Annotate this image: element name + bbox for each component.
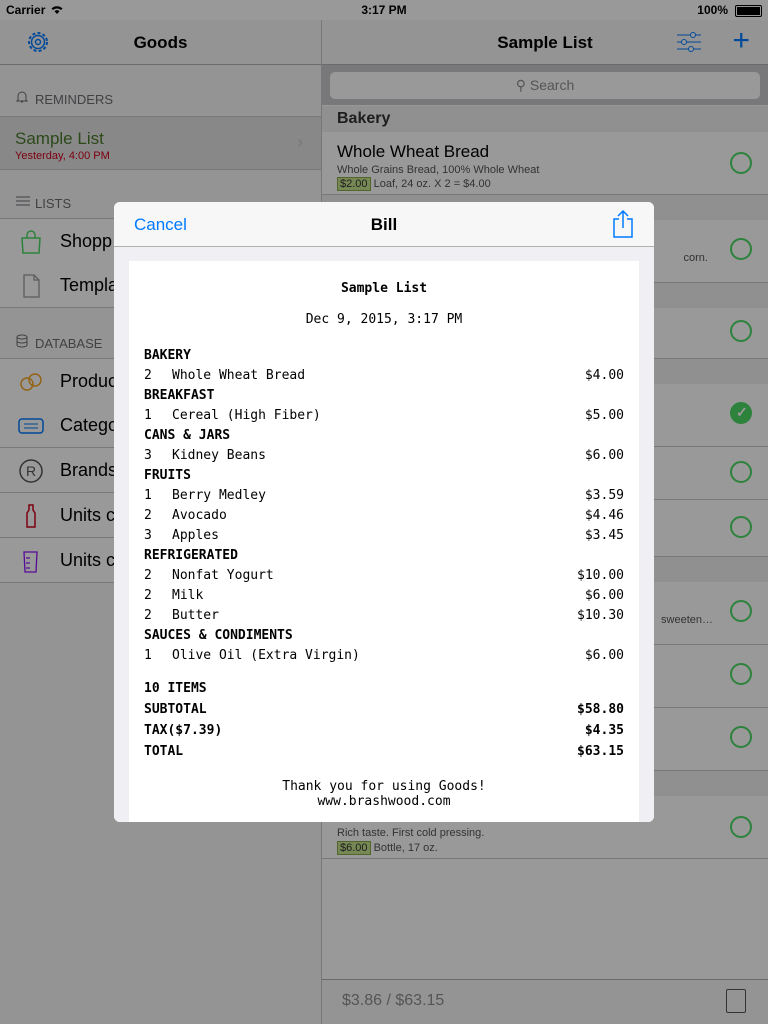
- receipt-line: 2 Nonfat Yogurt $10.00: [144, 568, 624, 588]
- receipt-line: 3 Apples $3.45: [144, 528, 624, 548]
- item-count: 10 ITEMS: [144, 681, 207, 696]
- website-text: www.brashwood.com: [317, 794, 451, 809]
- line-qty: 2: [144, 508, 152, 523]
- receipt-line: 2 Milk $6.00: [144, 588, 624, 608]
- category-name: REFRIGERATED: [144, 548, 238, 563]
- line-name: Olive Oil (Extra Virgin): [172, 648, 360, 663]
- total-label: TOTAL: [144, 744, 184, 759]
- line-amount: $6.00: [584, 448, 624, 463]
- receipt-line: 2 Whole Wheat Bread $4.00: [144, 368, 624, 388]
- category-name: BAKERY: [144, 348, 191, 363]
- line-name: Cereal (High Fiber): [172, 408, 321, 423]
- receipt-category: REFRIGERATED: [144, 548, 624, 568]
- tax-label: TAX($7.39): [144, 723, 223, 738]
- category-name: FRUITS: [144, 468, 191, 483]
- line-qty: 1: [144, 488, 152, 503]
- bill-modal: Cancel Bill Sample List Dec 9, 2015, 3:1…: [114, 202, 654, 822]
- receipt-footer: Thank you for using Goods! www.brashwood…: [129, 779, 639, 809]
- line-amount: $10.00: [577, 568, 624, 583]
- line-name: Apples: [172, 528, 219, 543]
- line-amount: $6.00: [584, 588, 624, 603]
- category-name: BREAKFAST: [144, 388, 215, 403]
- line-amount: $4.00: [584, 368, 624, 383]
- line-amount: $3.59: [584, 488, 624, 503]
- modal-title: Bill: [370, 215, 398, 234]
- line-name: Nonfat Yogurt: [172, 568, 274, 583]
- category-name: CANS & JARS: [144, 428, 231, 443]
- line-name: Kidney Beans: [172, 448, 266, 463]
- subtotal-value: $58.80: [577, 702, 624, 717]
- receipt-category: BAKERY: [144, 348, 624, 368]
- receipt-line: 2 Butter $10.30: [144, 608, 624, 628]
- line-name: Avocado: [172, 508, 227, 523]
- receipt-category: BREAKFAST: [144, 388, 624, 408]
- line-qty: 2: [144, 568, 152, 583]
- modal-body: Sample List Dec 9, 2015, 3:17 PM BAKERY 2…: [114, 247, 654, 822]
- thanks-text: Thank you for using Goods!: [282, 779, 486, 794]
- receipt-line: 1 Berry Medley $3.59: [144, 488, 624, 508]
- tax-row: TAX($7.39) $4.35: [144, 723, 624, 743]
- subtotal-row: SUBTOTAL $58.80: [144, 702, 624, 722]
- modal-nav-bar: Cancel Bill: [114, 202, 654, 247]
- line-name: Milk: [172, 588, 204, 603]
- receipt-date: Dec 9, 2015, 3:17 PM: [305, 312, 463, 327]
- line-qty: 1: [144, 408, 152, 423]
- item-count-row: 10 ITEMS: [144, 681, 624, 701]
- line-qty: 2: [144, 588, 152, 603]
- line-qty: 2: [144, 608, 152, 623]
- total-value: $63.15: [577, 744, 624, 759]
- line-name: Berry Medley: [172, 488, 266, 503]
- line-amount: $6.00: [584, 648, 624, 663]
- category-name: SAUCES & CONDIMENTS: [144, 628, 293, 643]
- line-qty: 1: [144, 648, 152, 663]
- receipt-category: CANS & JARS: [144, 428, 624, 448]
- share-icon[interactable]: [612, 209, 634, 243]
- receipt-category: FRUITS: [144, 468, 624, 488]
- line-amount: $3.45: [584, 528, 624, 543]
- total-row: TOTAL $63.15: [144, 744, 624, 764]
- line-amount: $5.00: [584, 408, 624, 423]
- line-qty: 3: [144, 448, 152, 463]
- line-qty: 3: [144, 528, 152, 543]
- line-amount: $4.46: [584, 508, 624, 523]
- line-qty: 2: [144, 368, 152, 383]
- receipt-line: 2 Avocado $4.46: [144, 508, 624, 528]
- subtotal-label: SUBTOTAL: [144, 702, 207, 717]
- receipt-line: 3 Kidney Beans $6.00: [144, 448, 624, 468]
- receipt-line: 1 Olive Oil (Extra Virgin) $6.00: [144, 648, 624, 668]
- receipt-title: Sample List: [340, 281, 428, 296]
- receipt-category: SAUCES & CONDIMENTS: [144, 628, 624, 648]
- tax-value: $4.35: [584, 723, 624, 738]
- receipt: Sample List Dec 9, 2015, 3:17 PM BAKERY 2…: [129, 261, 639, 822]
- line-amount: $10.30: [577, 608, 624, 623]
- line-name: Butter: [172, 608, 219, 623]
- line-name: Whole Wheat Bread: [172, 368, 306, 383]
- receipt-line: 1 Cereal (High Fiber) $5.00: [144, 408, 624, 428]
